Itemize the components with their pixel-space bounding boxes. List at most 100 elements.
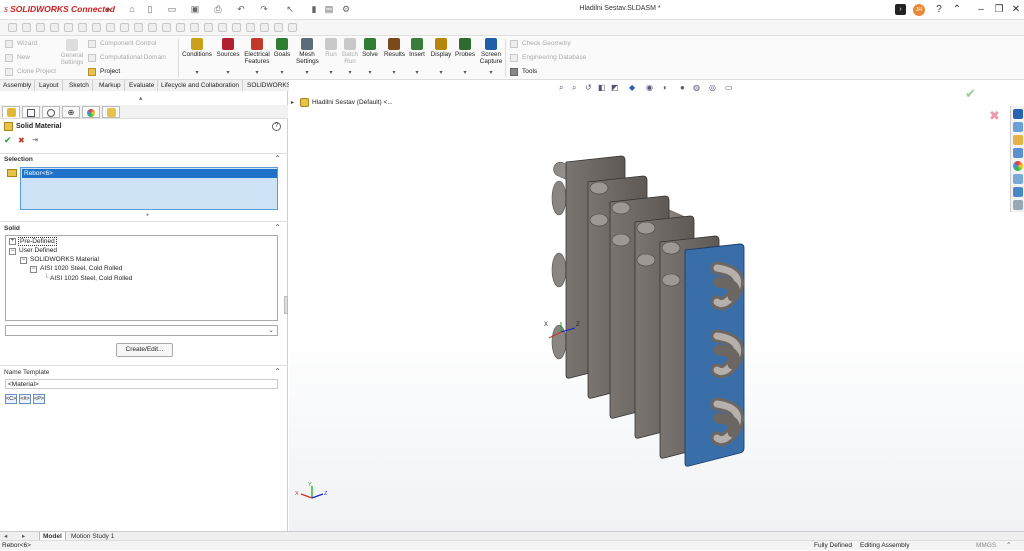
redo-icon[interactable]: ↷ <box>259 4 269 15</box>
conditions-button[interactable]: Conditions ▾ <box>182 38 212 78</box>
cancel-button[interactable]: ✖ <box>18 136 25 145</box>
collapse-solid-icon[interactable]: ⌃ <box>274 223 281 232</box>
display-style-icon[interactable]: ◉ <box>646 83 653 92</box>
strip-icon[interactable] <box>8 23 17 32</box>
restore-icon[interactable]: ❐ <box>992 3 1006 17</box>
wizard-button[interactable]: Wizard <box>5 38 37 49</box>
clone-project-button[interactable]: Clone Project <box>5 66 56 77</box>
chevron-down-icon[interactable]: ▾ <box>342 70 358 77</box>
chevron-down-icon[interactable]: ▾ <box>384 70 404 77</box>
tab-sketch[interactable]: Sketch <box>66 80 93 91</box>
tree-item-material[interactable]: AISI 1020 Steel, Cold Rolled <box>50 275 132 282</box>
close-icon[interactable]: ✕ <box>1009 3 1023 17</box>
display-manager-tab[interactable] <box>82 106 100 118</box>
tree-item-material-folder[interactable]: AISI 1020 Steel, Cold Rolled <box>40 265 122 272</box>
chevron-down-icon[interactable]: ▾ <box>244 70 270 77</box>
chevron-down-icon[interactable]: ▾ <box>273 70 291 77</box>
probes-button[interactable]: Probes ▾ <box>454 38 476 78</box>
collapse-name-template-icon[interactable]: ⌃ <box>274 367 281 376</box>
edit-appearance-icon[interactable]: ● <box>680 83 685 92</box>
custom-properties-icon[interactable] <box>1013 174 1023 184</box>
material-dropdown[interactable]: ⌄ <box>5 325 278 336</box>
select-icon[interactable]: ↖ <box>285 4 295 15</box>
file-explorer-icon[interactable] <box>1013 135 1023 145</box>
collapse-selection-icon[interactable]: ⌃ <box>274 154 281 163</box>
collapse-icon[interactable]: − <box>9 248 16 255</box>
heat-exchanger-model[interactable]: X Z <box>539 150 769 470</box>
selection-item[interactable]: Rebor<6> <box>22 169 277 178</box>
hide-show-icon[interactable]: ◐ <box>663 83 668 92</box>
name-template-input[interactable]: <Material> <box>5 379 278 389</box>
strip-icon[interactable] <box>134 23 143 32</box>
save-icon[interactable]: ▣ <box>190 4 200 15</box>
strip-icon[interactable] <box>106 23 115 32</box>
strip-icon[interactable] <box>176 23 185 32</box>
chevron-down-icon[interactable]: ▾ <box>479 70 503 77</box>
new-document-icon[interactable]: ▯ <box>145 4 155 15</box>
collapse-icon[interactable]: − <box>20 257 27 264</box>
chevron-down-icon[interactable]: ▾ <box>324 70 338 77</box>
chevron-down-icon[interactable]: ▾ <box>454 70 476 77</box>
solidworks-resources-icon[interactable] <box>1013 109 1023 119</box>
general-settings-button[interactable]: General Settings <box>58 38 86 78</box>
section-view-icon[interactable]: ◧ <box>598 83 606 92</box>
check-geometry-button[interactable]: Check Geometry <box>510 38 571 49</box>
strip-icon[interactable] <box>64 23 73 32</box>
panel-splitter[interactable] <box>284 296 288 314</box>
results-button[interactable]: Results ▾ <box>384 38 405 78</box>
strip-icon[interactable] <box>50 23 59 32</box>
tab-evaluate[interactable]: Evaluate <box>126 80 159 91</box>
collapse-icon[interactable]: − <box>30 266 37 273</box>
strip-icon[interactable] <box>36 23 45 32</box>
options-gear-icon[interactable]: ⚙ <box>341 4 351 15</box>
chevron-down-icon[interactable]: ▾ <box>362 70 378 77</box>
view-palette-icon[interactable] <box>1013 148 1023 158</box>
token-number-button[interactable]: <#> <box>19 394 31 404</box>
tree-item-user-defined[interactable]: User Defined <box>19 247 57 254</box>
graphics-area[interactable]: ⌕ ⌕ ↺ ◧ ◩ ◆ ◉ ◐ ● ◍ ◎ ▭ ✔ ✖ ▸ Hladilni S… <box>289 80 1024 531</box>
tree-item-predefined[interactable]: Pre-Defined <box>18 237 57 246</box>
tab-markup[interactable]: Markup <box>96 80 125 91</box>
help-icon[interactable]: ? <box>932 3 946 17</box>
engineering-database-button[interactable]: Engineering Database <box>510 52 586 63</box>
display-pane-icon[interactable]: ▭ <box>725 83 733 92</box>
undo-icon[interactable]: ↶ <box>236 4 246 15</box>
previous-view-icon[interactable]: ↺ <box>585 83 592 92</box>
rebuild-icon[interactable]: ▮ <box>309 4 319 15</box>
strip-icon[interactable] <box>22 23 31 32</box>
sources-button[interactable]: Sources ▾ <box>216 38 240 78</box>
zoom-area-icon[interactable]: ⌕ <box>572 83 576 93</box>
solidworks-forum-icon[interactable] <box>1013 187 1023 197</box>
user-avatar[interactable]: JH <box>913 4 925 16</box>
help-button[interactable]: ? <box>272 122 281 131</box>
chevron-down-icon[interactable]: ▾ <box>430 70 452 77</box>
file-properties-icon[interactable]: ▤ <box>324 4 334 15</box>
flow-simulation-pane-icon[interactable] <box>1013 200 1023 210</box>
dimxpert-tab[interactable]: ⊕ <box>62 106 80 118</box>
insert-button[interactable]: Insert ▾ <box>408 38 426 78</box>
flyout-tree-root[interactable]: Hladilni Sestav (Default) <... <box>312 99 393 106</box>
pin-button[interactable]: ⇥ <box>32 136 38 144</box>
chevron-down-icon[interactable]: ▾ <box>408 70 426 77</box>
chevron-down-icon[interactable]: ▾ <box>216 70 240 77</box>
strip-icon[interactable] <box>246 23 255 32</box>
chevron-down-icon[interactable]: ▾ <box>182 70 212 77</box>
view-orientation-icon[interactable]: ◆ <box>629 83 635 92</box>
design-library-icon[interactable] <box>1013 122 1023 132</box>
batch-run-button[interactable]: Batch Run ▾ <box>342 38 358 78</box>
solve-button[interactable]: Solve ▾ <box>362 38 378 78</box>
apply-scene-icon[interactable]: ◍ <box>693 83 700 92</box>
chevron-down-icon[interactable]: ▾ <box>296 70 318 77</box>
strip-icon[interactable] <box>204 23 213 32</box>
project-button[interactable]: Project <box>88 66 120 77</box>
selection-list[interactable]: Rebor<6> <box>20 167 278 210</box>
cancel-corner-icon[interactable]: ✖ <box>989 109 1001 122</box>
strip-icon[interactable] <box>148 23 157 32</box>
tab-assembly[interactable]: Assembly <box>0 80 36 91</box>
strip-icon[interactable] <box>78 23 87 32</box>
component-control-button[interactable]: Component Control <box>88 38 156 49</box>
tools-button[interactable]: Tools <box>510 66 537 77</box>
confirm-corner-icon[interactable]: ✔ <box>965 87 977 100</box>
open-icon[interactable]: ▭ <box>167 4 177 15</box>
ok-button[interactable]: ✔ <box>4 135 12 146</box>
